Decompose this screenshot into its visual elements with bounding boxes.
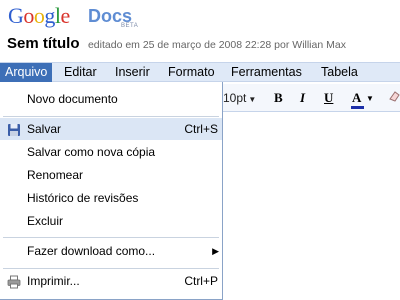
menu-item-label: Histórico de revisões <box>27 191 139 205</box>
menu-item-label: Fazer download como... <box>27 244 156 258</box>
menu-editar[interactable]: Editar <box>59 63 102 82</box>
menu-separator <box>3 237 219 238</box>
submenu-arrow-icon: ▶ <box>212 246 219 256</box>
font-size-value: 10pt <box>223 91 247 105</box>
menu-item-revision-history[interactable]: Histórico de revisões <box>0 187 222 209</box>
formatting-toolbar: 10pt ▼ B I U A ▼ <box>222 84 400 112</box>
menu-arquivo[interactable]: Arquivo <box>0 63 53 82</box>
save-floppy-icon <box>7 122 21 136</box>
menu-item-delete[interactable]: Excluir <box>0 210 222 232</box>
menu-item-label: Salvar <box>27 122 62 136</box>
menu-shortcut: Ctrl+S <box>184 122 218 136</box>
menu-inserir[interactable]: Inserir <box>110 63 155 82</box>
menu-tabela[interactable]: Tabela <box>316 63 363 82</box>
menu-separator <box>3 268 219 269</box>
menu-item-label: Renomear <box>27 168 84 182</box>
logo-letter: o <box>33 3 45 28</box>
font-size-select[interactable]: 10pt ▼ <box>223 91 256 107</box>
menu-shortcut: Ctrl+P <box>184 274 218 288</box>
document-editor[interactable] <box>222 113 400 300</box>
menu-item-save[interactable]: Salvar Ctrl+S <box>0 118 222 140</box>
menu-formato[interactable]: Formato <box>163 63 220 82</box>
menubar: Arquivo Editar Inserir Formato Ferrament… <box>0 62 400 82</box>
menu-item-label: Excluir <box>27 214 64 228</box>
file-menu-dropdown: Novo documento Salvar Ctrl+S Salvar como… <box>0 82 223 300</box>
printer-icon <box>7 274 21 289</box>
text-color-button[interactable]: A ▼ <box>351 90 374 109</box>
dropdown-arrow-icon: ▼ <box>366 94 374 103</box>
italic-button[interactable]: I <box>300 91 305 105</box>
document-header: Sem título editado em 25 de março de 200… <box>7 35 346 53</box>
eraser-icon[interactable] <box>388 89 400 103</box>
google-wordmark: Google <box>8 2 70 30</box>
menu-item-rename[interactable]: Renomear <box>0 164 222 186</box>
text-color-swatch <box>351 106 364 109</box>
menu-item-label: Salvar como nova cópia <box>27 145 156 159</box>
document-title[interactable]: Sem título <box>7 35 80 52</box>
beta-badge: BETA <box>121 23 139 29</box>
dropdown-arrow-icon: ▼ <box>248 95 257 104</box>
logo-letter: e <box>60 3 71 28</box>
menu-ferramentas[interactable]: Ferramentas <box>226 63 307 82</box>
underline-button[interactable]: U <box>324 91 333 105</box>
bold-button[interactable]: B <box>274 91 283 105</box>
menu-item-print[interactable]: Imprimir... Ctrl+P <box>0 270 222 292</box>
menu-item-download-as[interactable]: Fazer download como... ▶ <box>0 240 222 262</box>
logo-letter: G <box>8 3 24 28</box>
menu-item-new-document[interactable]: Novo documento <box>0 88 222 110</box>
logo-letter: o <box>23 3 34 28</box>
edited-info: editado em 25 de março de 2008 22:28 por… <box>87 39 346 51</box>
menu-separator <box>3 116 219 117</box>
menu-item-save-as-copy[interactable]: Salvar como nova cópia <box>0 141 222 163</box>
logo-letter: g <box>44 3 55 28</box>
text-color-glyph: A <box>352 90 362 105</box>
menu-item-label: Imprimir... <box>27 274 80 288</box>
menu-item-label: Novo documento <box>27 92 118 106</box>
google-docs-logo[interactable]: Google Docs BETA <box>8 2 148 32</box>
